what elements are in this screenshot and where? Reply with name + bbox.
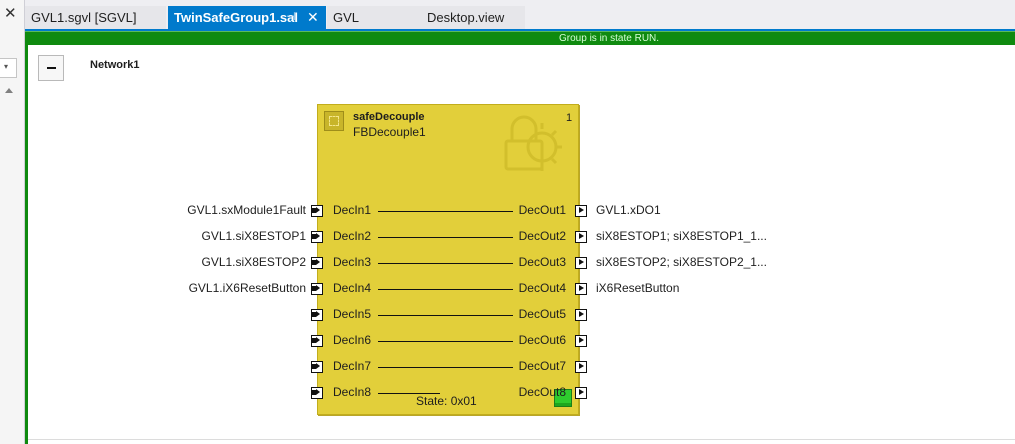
fb-instance-name: FBDecouple1 xyxy=(353,125,426,139)
tab-label: Desktop.view xyxy=(427,10,505,25)
input-variable[interactable]: GVL1.iX6ResetButton xyxy=(189,281,306,295)
input-port-label: DecIn1 xyxy=(333,203,372,217)
port-row: GVL1.sxModule1Fault DecIn1 DecOut1 GVL1.… xyxy=(28,202,1015,222)
tab-label: GVL1.sgvl [SGVL] xyxy=(31,10,137,25)
port-row: DecIn5 DecOut5 xyxy=(28,306,1015,326)
input-pin-icon[interactable] xyxy=(311,283,323,295)
output-port-label: DecOut7 xyxy=(518,359,566,373)
output-port-label: DecOut3 xyxy=(518,255,566,269)
output-pin-icon[interactable] xyxy=(575,231,587,243)
document-tab-strip: GVL1.sgvl [SGVL] TwinSafeGroup1.sal ⊣ ✕ … xyxy=(25,0,1015,29)
output-pin-icon[interactable] xyxy=(575,387,587,399)
network-title: Network1 xyxy=(90,59,140,71)
output-port-label: DecOut1 xyxy=(518,203,566,217)
network-separator xyxy=(28,439,1015,440)
output-variable[interactable]: GVL1.xDO1 xyxy=(596,203,661,217)
output-port-label: DecOut8 xyxy=(518,385,566,399)
port-row: DecIn8 DecOut8 xyxy=(28,384,1015,404)
input-variable[interactable]: GVL1.sxModule1Fault xyxy=(187,203,306,217)
output-pin-icon[interactable] xyxy=(575,335,587,347)
group-state-banner: Group is in state RUN. xyxy=(25,31,1015,46)
tab-label: TwinSafeGroup1.sal xyxy=(174,10,299,25)
tab-gvl1-sgvl[interactable]: GVL1.sgvl [SGVL] xyxy=(25,6,166,29)
scroll-up-icon[interactable] xyxy=(5,88,13,93)
input-pin-icon[interactable] xyxy=(311,205,323,217)
output-variable[interactable]: siX8ESTOP2; siX8ESTOP2_1... xyxy=(596,255,767,269)
left-gutter: ✕ ▾ xyxy=(0,0,25,444)
port-row: GVL1.siX8ESTOP1 DecIn2 DecOut2 siX8ESTOP… xyxy=(28,228,1015,248)
port-row: GVL1.iX6ResetButton DecIn4 DecOut4 iX6Re… xyxy=(28,280,1015,300)
fb-execution-order: 1 xyxy=(566,112,573,124)
output-port-label: DecOut2 xyxy=(518,229,566,243)
input-port-label: DecIn4 xyxy=(333,281,372,295)
input-port-label: DecIn6 xyxy=(333,333,372,347)
input-port-label: DecIn3 xyxy=(333,255,372,269)
status-text: Group is in state RUN. xyxy=(559,33,660,44)
input-port-label: DecIn7 xyxy=(333,359,372,373)
output-port-label: DecOut6 xyxy=(518,333,566,347)
collapse-network-button[interactable] xyxy=(38,55,64,81)
network-editor[interactable]: Network1 safeDecouple FBDecouple1 1 Stat… xyxy=(25,45,1015,444)
output-pin-icon[interactable] xyxy=(575,361,587,373)
input-port-label: DecIn5 xyxy=(333,307,372,321)
tab-desktop-view[interactable]: Desktop.view xyxy=(401,6,525,29)
output-pin-icon[interactable] xyxy=(575,257,587,269)
port-row: DecIn7 DecOut7 xyxy=(28,358,1015,378)
tab-gvl[interactable]: GVL xyxy=(327,6,401,29)
output-variable[interactable]: siX8ESTOP1; siX8ESTOP1_1... xyxy=(596,229,767,243)
input-variable[interactable]: GVL1.siX8ESTOP2 xyxy=(202,255,307,269)
output-pin-icon[interactable] xyxy=(575,309,587,321)
dropdown-combo[interactable]: ▾ xyxy=(0,58,17,78)
input-pin-icon[interactable] xyxy=(311,309,323,321)
output-pin-icon[interactable] xyxy=(575,205,587,217)
dropdown-arrow-icon: ▾ xyxy=(4,62,9,71)
fb-type-name: safeDecouple xyxy=(353,111,425,123)
output-port-label: DecOut5 xyxy=(518,307,566,321)
tab-label: GVL xyxy=(333,10,360,25)
input-variable[interactable]: GVL1.siX8ESTOP1 xyxy=(202,229,307,243)
close-icon[interactable]: ✕ xyxy=(307,6,319,29)
safety-block-icon xyxy=(324,111,344,131)
input-pin-icon[interactable] xyxy=(311,257,323,269)
input-pin-icon[interactable] xyxy=(311,361,323,373)
pin-icon[interactable]: ⊣ xyxy=(286,6,296,29)
output-pin-icon[interactable] xyxy=(575,283,587,295)
input-pin-icon[interactable] xyxy=(311,231,323,243)
decouple-wire xyxy=(378,393,440,394)
input-port-label: DecIn8 xyxy=(333,385,372,399)
output-port-label: DecOut4 xyxy=(518,281,566,295)
tab-twinsafegroup1[interactable]: TwinSafeGroup1.sal ⊣ ✕ xyxy=(168,6,326,29)
minus-icon xyxy=(47,67,56,69)
input-port-label: DecIn2 xyxy=(333,229,372,243)
output-variable[interactable]: iX6ResetButton xyxy=(596,281,679,295)
port-row: DecIn6 DecOut6 xyxy=(28,332,1015,352)
input-pin-icon[interactable] xyxy=(311,387,323,399)
port-row: GVL1.siX8ESTOP2 DecIn3 DecOut3 siX8ESTOP… xyxy=(28,254,1015,274)
close-icon[interactable]: ✕ xyxy=(4,6,17,21)
input-pin-icon[interactable] xyxy=(311,335,323,347)
gear-lock-watermark-icon xyxy=(504,115,562,171)
